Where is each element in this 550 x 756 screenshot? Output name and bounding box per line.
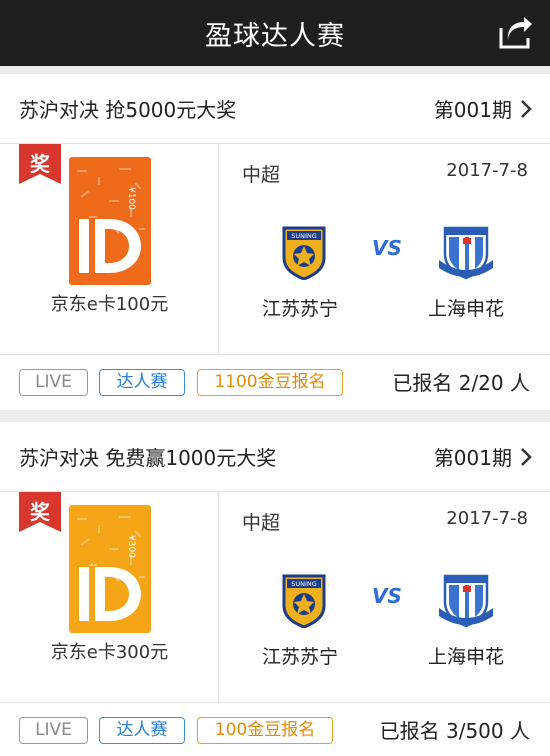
match-card-header[interactable]: 苏沪对决 抢5000元大奖 第001期: [0, 74, 550, 144]
home-team-name: 江苏苏宁: [262, 646, 339, 668]
prize-panel: ¥300 奖 京东e卡300元: [0, 492, 219, 703]
card-value-text: ¥100: [126, 187, 136, 210]
match-card-body: ¥300 奖 京东e卡300元 中超 2017-7-8 SUNING VS 江苏…: [0, 492, 550, 703]
svg-text:SUNING: SUNING: [291, 580, 317, 588]
match-card: 苏沪对决 免费赢1000元大奖 第001期 ¥300 奖 京东e卡300元 中超…: [0, 422, 550, 756]
prize-label: 京东e卡300元: [50, 642, 169, 663]
share-icon[interactable]: [498, 16, 534, 50]
prize-panel: ¥100 奖 京东e卡100元: [0, 144, 219, 355]
match-card: 苏沪对决 抢5000元大奖 第001期 ¥100 奖 京东e卡100元 中超 2…: [0, 74, 550, 410]
gold-bean-signup-button[interactable]: 1100金豆报名: [197, 369, 343, 396]
vs-label: VS: [372, 584, 402, 608]
match-card-body: ¥100 奖 京东e卡100元 中超 2017-7-8 SUNING VS 江苏…: [0, 144, 550, 355]
live-tag: LIVE: [19, 369, 88, 396]
match-date: 2017-7-8: [446, 160, 528, 181]
expert-contest-tag[interactable]: 达人赛: [99, 369, 185, 396]
match-card-footer: LIVE 达人赛 1100金豆报名 已报名 2/20 人: [0, 355, 550, 410]
period-label: 第001期: [433, 98, 512, 122]
league-label: 中超: [242, 164, 281, 186]
away-team-name: 上海申花: [428, 646, 505, 668]
period-label: 第001期: [433, 446, 512, 470]
match-title: 苏沪对决 抢5000元大奖: [19, 98, 237, 122]
jd-ecard-image: ¥100: [69, 157, 151, 285]
match-period: 第001期: [434, 442, 532, 471]
match-date: 2017-7-8: [446, 508, 528, 529]
home-team-name: 江苏苏宁: [262, 298, 339, 320]
away-team-name: 上海申花: [428, 298, 505, 320]
award-badge-text: 奖: [30, 152, 50, 176]
award-badge-text: 奖: [30, 500, 50, 524]
signup-count: 已报名 2/20 人: [392, 371, 530, 395]
card-value-text: ¥300: [126, 535, 136, 558]
svg-text:SUNING: SUNING: [291, 232, 317, 240]
award-badge: 奖: [19, 144, 61, 184]
vs-label: VS: [372, 236, 402, 260]
chevron-right-icon: [521, 99, 532, 118]
page-title: 盈球达人赛: [205, 20, 345, 52]
match-period: 第001期: [434, 94, 532, 123]
match-card-footer: LIVE 达人赛 100金豆报名 已报名 3/500 人: [0, 703, 550, 756]
chevron-right-icon: [521, 447, 532, 466]
shanghai-shenhua-crest-icon: [439, 226, 493, 280]
app-header: 盈球达人赛: [0, 0, 550, 66]
signup-count: 已报名 3/500 人: [379, 719, 530, 743]
expert-contest-tag[interactable]: 达人赛: [99, 717, 185, 744]
prize-label: 京东e卡100元: [50, 294, 169, 315]
award-badge: 奖: [19, 492, 61, 532]
shanghai-shenhua-crest-icon: [439, 574, 493, 628]
jiangsu-suning-crest-icon: SUNING: [282, 574, 326, 628]
jd-ecard-image: ¥300: [69, 505, 151, 633]
live-tag: LIVE: [19, 717, 88, 744]
gold-bean-signup-button[interactable]: 100金豆报名: [197, 717, 333, 744]
league-label: 中超: [242, 512, 281, 534]
match-card-header[interactable]: 苏沪对决 免费赢1000元大奖 第001期: [0, 422, 550, 492]
match-title: 苏沪对决 免费赢1000元大奖: [19, 446, 277, 470]
jiangsu-suning-crest-icon: SUNING: [282, 226, 326, 280]
